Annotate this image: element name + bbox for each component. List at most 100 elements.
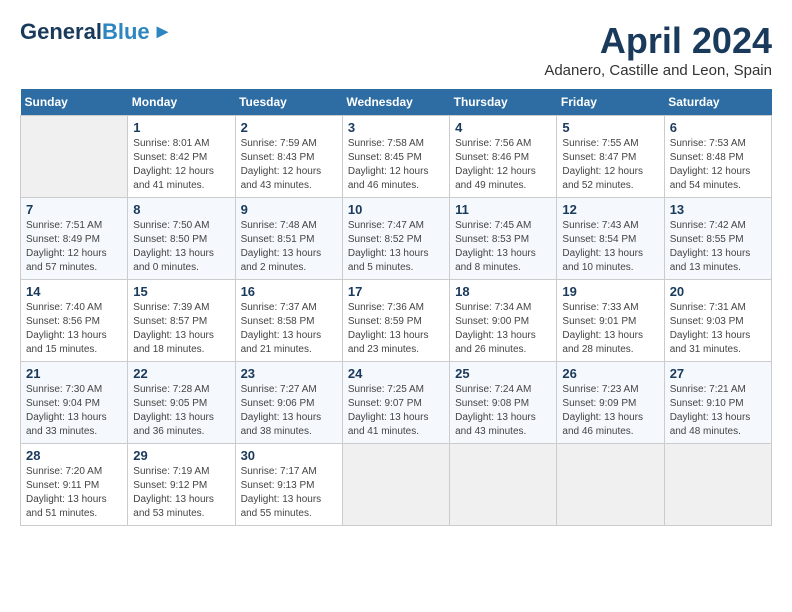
calendar-cell: 21 Sunrise: 7:30 AM Sunset: 9:04 PM Dayli… bbox=[21, 362, 128, 444]
day-number: 14 bbox=[26, 284, 122, 299]
day-info: Sunrise: 7:33 AM Sunset: 9:01 PM Dayligh… bbox=[562, 301, 658, 357]
calendar-week-5: 28 Sunrise: 7:20 AM Sunset: 9:11 PM Dayli… bbox=[21, 444, 772, 526]
day-number: 7 bbox=[26, 202, 122, 217]
day-number: 29 bbox=[133, 448, 229, 463]
calendar-table: Sunday Monday Tuesday Wednesday Thursday… bbox=[20, 89, 772, 526]
day-number: 30 bbox=[241, 448, 337, 463]
day-number: 9 bbox=[241, 202, 337, 217]
calendar-header: Sunday Monday Tuesday Wednesday Thursday… bbox=[21, 89, 772, 116]
day-info: Sunrise: 7:39 AM Sunset: 8:57 PM Dayligh… bbox=[133, 301, 229, 357]
day-info: Sunrise: 7:56 AM Sunset: 8:46 PM Dayligh… bbox=[455, 137, 551, 193]
calendar-cell: 9 Sunrise: 7:48 AM Sunset: 8:51 PM Daylig… bbox=[235, 198, 342, 280]
title-area: April 2024 Adanero, Castille and Leon, S… bbox=[544, 20, 772, 79]
month-title: April 2024 bbox=[544, 20, 772, 62]
day-number: 2 bbox=[241, 120, 337, 135]
day-info: Sunrise: 7:19 AM Sunset: 9:12 PM Dayligh… bbox=[133, 465, 229, 521]
calendar-cell bbox=[557, 444, 664, 526]
day-number: 19 bbox=[562, 284, 658, 299]
logo-text: GeneralBlue bbox=[20, 20, 150, 44]
day-number: 15 bbox=[133, 284, 229, 299]
day-info: Sunrise: 7:20 AM Sunset: 9:11 PM Dayligh… bbox=[26, 465, 122, 521]
day-info: Sunrise: 7:50 AM Sunset: 8:50 PM Dayligh… bbox=[133, 219, 229, 275]
calendar-cell: 17 Sunrise: 7:36 AM Sunset: 8:59 PM Dayli… bbox=[342, 280, 449, 362]
day-info: Sunrise: 7:34 AM Sunset: 9:00 PM Dayligh… bbox=[455, 301, 551, 357]
calendar-cell: 8 Sunrise: 7:50 AM Sunset: 8:50 PM Daylig… bbox=[128, 198, 235, 280]
calendar-cell bbox=[664, 444, 771, 526]
calendar-cell: 22Sunrise: 7:28 AM Sunset: 9:05 PM Dayli… bbox=[128, 362, 235, 444]
day-number: 23 bbox=[241, 366, 337, 381]
calendar-cell bbox=[450, 444, 557, 526]
calendar-cell: 28 Sunrise: 7:20 AM Sunset: 9:11 PM Dayli… bbox=[21, 444, 128, 526]
day-number: 8 bbox=[133, 202, 229, 217]
calendar-week-3: 14 Sunrise: 7:40 AM Sunset: 8:56 PM Dayli… bbox=[21, 280, 772, 362]
location-subtitle: Adanero, Castille and Leon, Spain bbox=[544, 62, 772, 79]
day-number: 18 bbox=[455, 284, 551, 299]
day-info: Sunrise: 7:37 AM Sunset: 8:58 PM Dayligh… bbox=[241, 301, 337, 357]
day-number: 16 bbox=[241, 284, 337, 299]
calendar-body: 1Sunrise: 8:01 AM Sunset: 8:42 PM Daylig… bbox=[21, 116, 772, 526]
day-number: 25 bbox=[455, 366, 551, 381]
col-tuesday: Tuesday bbox=[235, 89, 342, 116]
calendar-cell: 11 Sunrise: 7:45 AM Sunset: 8:53 PM Dayli… bbox=[450, 198, 557, 280]
day-info: Sunrise: 7:17 AM Sunset: 9:13 PM Dayligh… bbox=[241, 465, 337, 521]
day-number: 20 bbox=[670, 284, 766, 299]
calendar-cell: 13Sunrise: 7:42 AM Sunset: 8:55 PM Dayli… bbox=[664, 198, 771, 280]
logo: GeneralBlue ► bbox=[20, 20, 172, 44]
day-info: Sunrise: 7:24 AM Sunset: 9:08 PM Dayligh… bbox=[455, 383, 551, 439]
calendar-cell: 19 Sunrise: 7:33 AM Sunset: 9:01 PM Dayli… bbox=[557, 280, 664, 362]
calendar-cell: 10Sunrise: 7:47 AM Sunset: 8:52 PM Dayli… bbox=[342, 198, 449, 280]
calendar-cell bbox=[342, 444, 449, 526]
day-number: 21 bbox=[26, 366, 122, 381]
calendar-cell: 7 Sunrise: 7:51 AM Sunset: 8:49 PM Daylig… bbox=[21, 198, 128, 280]
day-number: 28 bbox=[26, 448, 122, 463]
day-info: Sunrise: 7:43 AM Sunset: 8:54 PM Dayligh… bbox=[562, 219, 658, 275]
calendar-cell bbox=[21, 116, 128, 198]
calendar-week-4: 21 Sunrise: 7:30 AM Sunset: 9:04 PM Dayli… bbox=[21, 362, 772, 444]
calendar-week-2: 7 Sunrise: 7:51 AM Sunset: 8:49 PM Daylig… bbox=[21, 198, 772, 280]
col-saturday: Saturday bbox=[664, 89, 771, 116]
calendar-cell: 16 Sunrise: 7:37 AM Sunset: 8:58 PM Dayli… bbox=[235, 280, 342, 362]
col-wednesday: Wednesday bbox=[342, 89, 449, 116]
calendar-week-1: 1Sunrise: 8:01 AM Sunset: 8:42 PM Daylig… bbox=[21, 116, 772, 198]
day-info: Sunrise: 7:48 AM Sunset: 8:51 PM Dayligh… bbox=[241, 219, 337, 275]
calendar-cell: 15 Sunrise: 7:39 AM Sunset: 8:57 PM Dayli… bbox=[128, 280, 235, 362]
day-number: 11 bbox=[455, 202, 551, 217]
day-number: 27 bbox=[670, 366, 766, 381]
day-info: Sunrise: 7:51 AM Sunset: 8:49 PM Dayligh… bbox=[26, 219, 122, 275]
calendar-cell: 3Sunrise: 7:58 AM Sunset: 8:45 PM Daylig… bbox=[342, 116, 449, 198]
calendar-cell: 23 Sunrise: 7:27 AM Sunset: 9:06 PM Dayli… bbox=[235, 362, 342, 444]
calendar-cell: 12 Sunrise: 7:43 AM Sunset: 8:54 PM Dayli… bbox=[557, 198, 664, 280]
calendar-cell: 5 Sunrise: 7:55 AM Sunset: 8:47 PM Daylig… bbox=[557, 116, 664, 198]
day-number: 6 bbox=[670, 120, 766, 135]
calendar-cell: 30 Sunrise: 7:17 AM Sunset: 9:13 PM Dayli… bbox=[235, 444, 342, 526]
col-sunday: Sunday bbox=[21, 89, 128, 116]
day-number: 4 bbox=[455, 120, 551, 135]
day-number: 26 bbox=[562, 366, 658, 381]
day-info: Sunrise: 7:42 AM Sunset: 8:55 PM Dayligh… bbox=[670, 219, 766, 275]
day-number: 12 bbox=[562, 202, 658, 217]
day-number: 22 bbox=[133, 366, 229, 381]
day-info: Sunrise: 7:40 AM Sunset: 8:56 PM Dayligh… bbox=[26, 301, 122, 357]
day-info: Sunrise: 7:45 AM Sunset: 8:53 PM Dayligh… bbox=[455, 219, 551, 275]
col-monday: Monday bbox=[128, 89, 235, 116]
day-info: Sunrise: 7:21 AM Sunset: 9:10 PM Dayligh… bbox=[670, 383, 766, 439]
day-info: Sunrise: 7:23 AM Sunset: 9:09 PM Dayligh… bbox=[562, 383, 658, 439]
day-number: 17 bbox=[348, 284, 444, 299]
day-info: Sunrise: 7:55 AM Sunset: 8:47 PM Dayligh… bbox=[562, 137, 658, 193]
day-info: Sunrise: 7:30 AM Sunset: 9:04 PM Dayligh… bbox=[26, 383, 122, 439]
header-row: Sunday Monday Tuesday Wednesday Thursday… bbox=[21, 89, 772, 116]
calendar-cell: 1Sunrise: 8:01 AM Sunset: 8:42 PM Daylig… bbox=[128, 116, 235, 198]
day-number: 5 bbox=[562, 120, 658, 135]
calendar-cell: 29 Sunrise: 7:19 AM Sunset: 9:12 PM Dayli… bbox=[128, 444, 235, 526]
calendar-cell: 6 Sunrise: 7:53 AM Sunset: 8:48 PM Daylig… bbox=[664, 116, 771, 198]
calendar-cell: 14 Sunrise: 7:40 AM Sunset: 8:56 PM Dayli… bbox=[21, 280, 128, 362]
day-info: Sunrise: 7:27 AM Sunset: 9:06 PM Dayligh… bbox=[241, 383, 337, 439]
col-thursday: Thursday bbox=[450, 89, 557, 116]
page-header: GeneralBlue ► April 2024 Adanero, Castil… bbox=[20, 20, 772, 79]
calendar-cell: 25 Sunrise: 7:24 AM Sunset: 9:08 PM Dayli… bbox=[450, 362, 557, 444]
day-info: Sunrise: 7:36 AM Sunset: 8:59 PM Dayligh… bbox=[348, 301, 444, 357]
calendar-cell: 20Sunrise: 7:31 AM Sunset: 9:03 PM Dayli… bbox=[664, 280, 771, 362]
day-info: Sunrise: 7:53 AM Sunset: 8:48 PM Dayligh… bbox=[670, 137, 766, 193]
calendar-cell: 26 Sunrise: 7:23 AM Sunset: 9:09 PM Dayli… bbox=[557, 362, 664, 444]
logo-bird-icon: ► bbox=[153, 21, 173, 44]
